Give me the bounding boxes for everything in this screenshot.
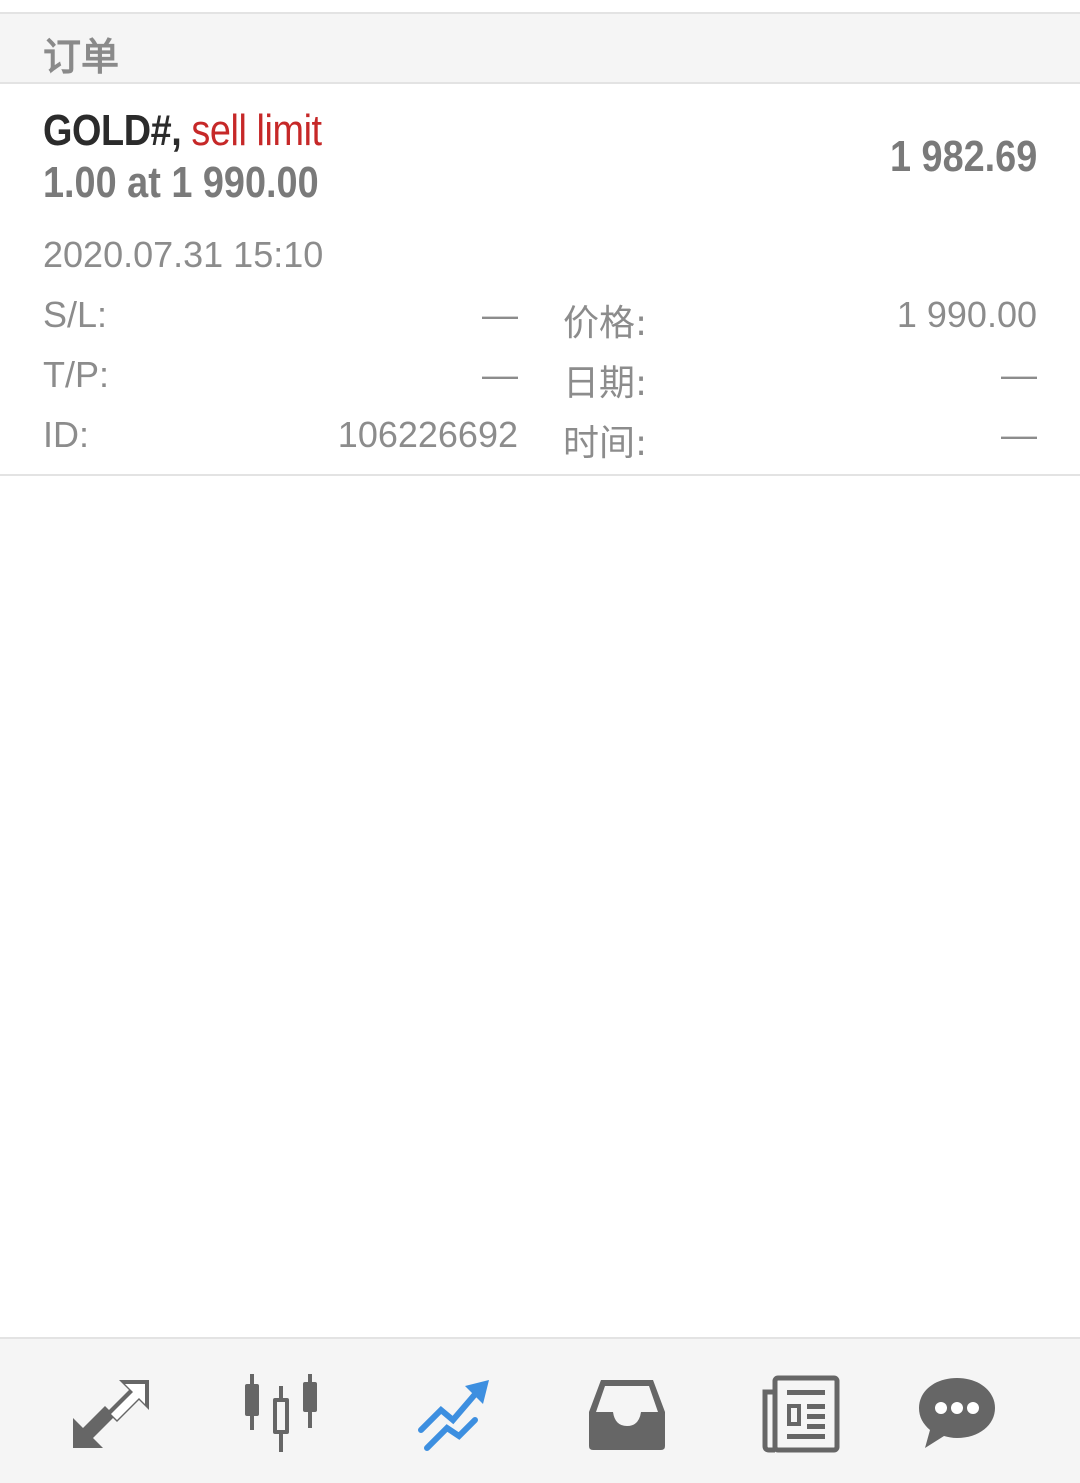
chat-bubble-icon: [919, 1378, 995, 1448]
candlestick-chart-icon: [245, 1374, 317, 1452]
order-item[interactable]: GOLD#, sell limit 1.00 at 1 990.00 1 982…: [0, 86, 1080, 476]
nav-news[interactable]: [756, 1369, 846, 1459]
section-header: 订单: [0, 12, 1080, 84]
order-volume-line: 1.00 at 1 990.00: [43, 158, 319, 207]
section-title: 订单: [43, 35, 120, 79]
price-value: 1 990.00: [896, 294, 1037, 335]
news-icon: [762, 1375, 840, 1453]
trade-trend-icon: [418, 1380, 489, 1451]
price-label: 价格:: [563, 303, 648, 344]
inbox-history-icon: [589, 1380, 665, 1450]
order-title: GOLD#, sell limit: [43, 106, 322, 156]
current-price: 1 982.69: [889, 132, 1037, 181]
nav-history[interactable]: [582, 1369, 672, 1459]
nav-trade[interactable]: [410, 1369, 500, 1459]
quotes-arrows-icon: [73, 1380, 149, 1448]
tp-label: T/P:: [43, 354, 110, 395]
id-label: ID:: [43, 414, 90, 455]
date-label: 日期:: [563, 363, 648, 404]
sl-label: S/L:: [43, 294, 108, 335]
bottom-navigation: [0, 1337, 1080, 1483]
sl-value: —: [482, 294, 518, 335]
time-label: 时间:: [563, 423, 648, 464]
status-strip: [0, 0, 1080, 12]
nav-chat[interactable]: [912, 1369, 1002, 1459]
time-value: —: [1001, 414, 1037, 455]
nav-quotes[interactable]: [66, 1369, 156, 1459]
order-type: sell limit: [191, 106, 322, 155]
id-value: 106226692: [337, 414, 518, 455]
tp-value: —: [482, 354, 518, 395]
order-timestamp: 2020.07.31 15:10: [43, 234, 324, 275]
date-value: —: [1001, 354, 1037, 395]
nav-chart[interactable]: [236, 1369, 326, 1459]
order-symbol: GOLD#,: [43, 106, 182, 155]
